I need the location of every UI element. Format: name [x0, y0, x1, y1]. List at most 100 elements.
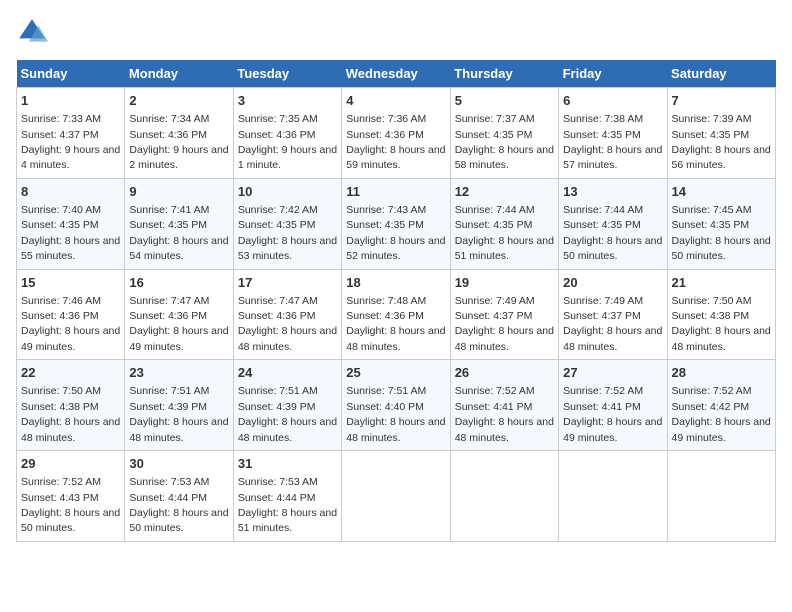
calendar-cell	[342, 451, 450, 542]
logo	[16, 16, 52, 48]
day-number: 28	[672, 364, 771, 382]
day-number: 29	[21, 455, 120, 473]
day-number: 25	[346, 364, 445, 382]
day-info: Sunrise: 7:39 AMSunset: 4:35 PMDaylight:…	[672, 113, 771, 171]
day-number: 6	[563, 92, 662, 110]
day-info: Sunrise: 7:40 AMSunset: 4:35 PMDaylight:…	[21, 204, 120, 262]
calendar-cell: 8 Sunrise: 7:40 AMSunset: 4:35 PMDayligh…	[17, 178, 125, 269]
day-info: Sunrise: 7:42 AMSunset: 4:35 PMDaylight:…	[238, 204, 337, 262]
day-number: 22	[21, 364, 120, 382]
day-info: Sunrise: 7:51 AMSunset: 4:39 PMDaylight:…	[129, 385, 228, 443]
calendar-cell: 17 Sunrise: 7:47 AMSunset: 4:36 PMDaylig…	[233, 269, 341, 360]
day-info: Sunrise: 7:36 AMSunset: 4:36 PMDaylight:…	[346, 113, 445, 171]
day-number: 18	[346, 274, 445, 292]
weekday-header-row: SundayMondayTuesdayWednesdayThursdayFrid…	[17, 60, 776, 88]
week-row-1: 1 Sunrise: 7:33 AMSunset: 4:37 PMDayligh…	[17, 88, 776, 179]
weekday-header-wednesday: Wednesday	[342, 60, 450, 88]
day-info: Sunrise: 7:35 AMSunset: 4:36 PMDaylight:…	[238, 113, 337, 171]
calendar-cell: 7 Sunrise: 7:39 AMSunset: 4:35 PMDayligh…	[667, 88, 775, 179]
weekday-header-saturday: Saturday	[667, 60, 775, 88]
day-number: 26	[455, 364, 554, 382]
day-info: Sunrise: 7:33 AMSunset: 4:37 PMDaylight:…	[21, 113, 120, 171]
calendar-cell: 23 Sunrise: 7:51 AMSunset: 4:39 PMDaylig…	[125, 360, 233, 451]
day-number: 23	[129, 364, 228, 382]
calendar-cell: 19 Sunrise: 7:49 AMSunset: 4:37 PMDaylig…	[450, 269, 558, 360]
day-info: Sunrise: 7:45 AMSunset: 4:35 PMDaylight:…	[672, 204, 771, 262]
day-number: 16	[129, 274, 228, 292]
calendar-cell: 15 Sunrise: 7:46 AMSunset: 4:36 PMDaylig…	[17, 269, 125, 360]
day-info: Sunrise: 7:53 AMSunset: 4:44 PMDaylight:…	[238, 476, 337, 534]
weekday-header-thursday: Thursday	[450, 60, 558, 88]
day-number: 15	[21, 274, 120, 292]
day-number: 27	[563, 364, 662, 382]
week-row-3: 15 Sunrise: 7:46 AMSunset: 4:36 PMDaylig…	[17, 269, 776, 360]
calendar-cell: 25 Sunrise: 7:51 AMSunset: 4:40 PMDaylig…	[342, 360, 450, 451]
day-info: Sunrise: 7:46 AMSunset: 4:36 PMDaylight:…	[21, 295, 120, 353]
day-info: Sunrise: 7:51 AMSunset: 4:40 PMDaylight:…	[346, 385, 445, 443]
day-info: Sunrise: 7:38 AMSunset: 4:35 PMDaylight:…	[563, 113, 662, 171]
day-info: Sunrise: 7:37 AMSunset: 4:35 PMDaylight:…	[455, 113, 554, 171]
calendar-cell: 1 Sunrise: 7:33 AMSunset: 4:37 PMDayligh…	[17, 88, 125, 179]
logo-icon	[16, 16, 48, 48]
calendar-table: SundayMondayTuesdayWednesdayThursdayFrid…	[16, 60, 776, 542]
day-info: Sunrise: 7:52 AMSunset: 4:41 PMDaylight:…	[455, 385, 554, 443]
day-info: Sunrise: 7:49 AMSunset: 4:37 PMDaylight:…	[455, 295, 554, 353]
day-number: 31	[238, 455, 337, 473]
day-info: Sunrise: 7:52 AMSunset: 4:43 PMDaylight:…	[21, 476, 120, 534]
day-number: 5	[455, 92, 554, 110]
day-number: 8	[21, 183, 120, 201]
calendar-cell	[559, 451, 667, 542]
calendar-cell: 2 Sunrise: 7:34 AMSunset: 4:36 PMDayligh…	[125, 88, 233, 179]
week-row-2: 8 Sunrise: 7:40 AMSunset: 4:35 PMDayligh…	[17, 178, 776, 269]
day-info: Sunrise: 7:49 AMSunset: 4:37 PMDaylight:…	[563, 295, 662, 353]
day-info: Sunrise: 7:47 AMSunset: 4:36 PMDaylight:…	[129, 295, 228, 353]
calendar-cell: 31 Sunrise: 7:53 AMSunset: 4:44 PMDaylig…	[233, 451, 341, 542]
calendar-cell: 6 Sunrise: 7:38 AMSunset: 4:35 PMDayligh…	[559, 88, 667, 179]
page-header	[16, 16, 776, 48]
calendar-cell: 9 Sunrise: 7:41 AMSunset: 4:35 PMDayligh…	[125, 178, 233, 269]
weekday-header-tuesday: Tuesday	[233, 60, 341, 88]
day-info: Sunrise: 7:34 AMSunset: 4:36 PMDaylight:…	[129, 113, 228, 171]
day-number: 2	[129, 92, 228, 110]
calendar-cell: 11 Sunrise: 7:43 AMSunset: 4:35 PMDaylig…	[342, 178, 450, 269]
weekday-header-sunday: Sunday	[17, 60, 125, 88]
calendar-cell: 14 Sunrise: 7:45 AMSunset: 4:35 PMDaylig…	[667, 178, 775, 269]
day-info: Sunrise: 7:47 AMSunset: 4:36 PMDaylight:…	[238, 295, 337, 353]
day-number: 19	[455, 274, 554, 292]
day-info: Sunrise: 7:52 AMSunset: 4:42 PMDaylight:…	[672, 385, 771, 443]
calendar-cell: 30 Sunrise: 7:53 AMSunset: 4:44 PMDaylig…	[125, 451, 233, 542]
day-number: 12	[455, 183, 554, 201]
day-info: Sunrise: 7:41 AMSunset: 4:35 PMDaylight:…	[129, 204, 228, 262]
calendar-cell	[450, 451, 558, 542]
week-row-5: 29 Sunrise: 7:52 AMSunset: 4:43 PMDaylig…	[17, 451, 776, 542]
day-info: Sunrise: 7:50 AMSunset: 4:38 PMDaylight:…	[672, 295, 771, 353]
day-number: 7	[672, 92, 771, 110]
calendar-cell: 10 Sunrise: 7:42 AMSunset: 4:35 PMDaylig…	[233, 178, 341, 269]
weekday-header-monday: Monday	[125, 60, 233, 88]
calendar-cell: 12 Sunrise: 7:44 AMSunset: 4:35 PMDaylig…	[450, 178, 558, 269]
calendar-cell: 28 Sunrise: 7:52 AMSunset: 4:42 PMDaylig…	[667, 360, 775, 451]
day-info: Sunrise: 7:50 AMSunset: 4:38 PMDaylight:…	[21, 385, 120, 443]
day-number: 9	[129, 183, 228, 201]
day-number: 24	[238, 364, 337, 382]
calendar-cell: 3 Sunrise: 7:35 AMSunset: 4:36 PMDayligh…	[233, 88, 341, 179]
day-number: 1	[21, 92, 120, 110]
calendar-cell	[667, 451, 775, 542]
calendar-cell: 21 Sunrise: 7:50 AMSunset: 4:38 PMDaylig…	[667, 269, 775, 360]
day-info: Sunrise: 7:44 AMSunset: 4:35 PMDaylight:…	[563, 204, 662, 262]
day-number: 17	[238, 274, 337, 292]
calendar-cell: 18 Sunrise: 7:48 AMSunset: 4:36 PMDaylig…	[342, 269, 450, 360]
week-row-4: 22 Sunrise: 7:50 AMSunset: 4:38 PMDaylig…	[17, 360, 776, 451]
calendar-cell: 4 Sunrise: 7:36 AMSunset: 4:36 PMDayligh…	[342, 88, 450, 179]
day-number: 11	[346, 183, 445, 201]
calendar-cell: 20 Sunrise: 7:49 AMSunset: 4:37 PMDaylig…	[559, 269, 667, 360]
weekday-header-friday: Friday	[559, 60, 667, 88]
day-number: 21	[672, 274, 771, 292]
calendar-cell: 13 Sunrise: 7:44 AMSunset: 4:35 PMDaylig…	[559, 178, 667, 269]
calendar-cell: 27 Sunrise: 7:52 AMSunset: 4:41 PMDaylig…	[559, 360, 667, 451]
day-number: 14	[672, 183, 771, 201]
calendar-cell: 29 Sunrise: 7:52 AMSunset: 4:43 PMDaylig…	[17, 451, 125, 542]
day-info: Sunrise: 7:53 AMSunset: 4:44 PMDaylight:…	[129, 476, 228, 534]
day-info: Sunrise: 7:44 AMSunset: 4:35 PMDaylight:…	[455, 204, 554, 262]
calendar-cell: 26 Sunrise: 7:52 AMSunset: 4:41 PMDaylig…	[450, 360, 558, 451]
